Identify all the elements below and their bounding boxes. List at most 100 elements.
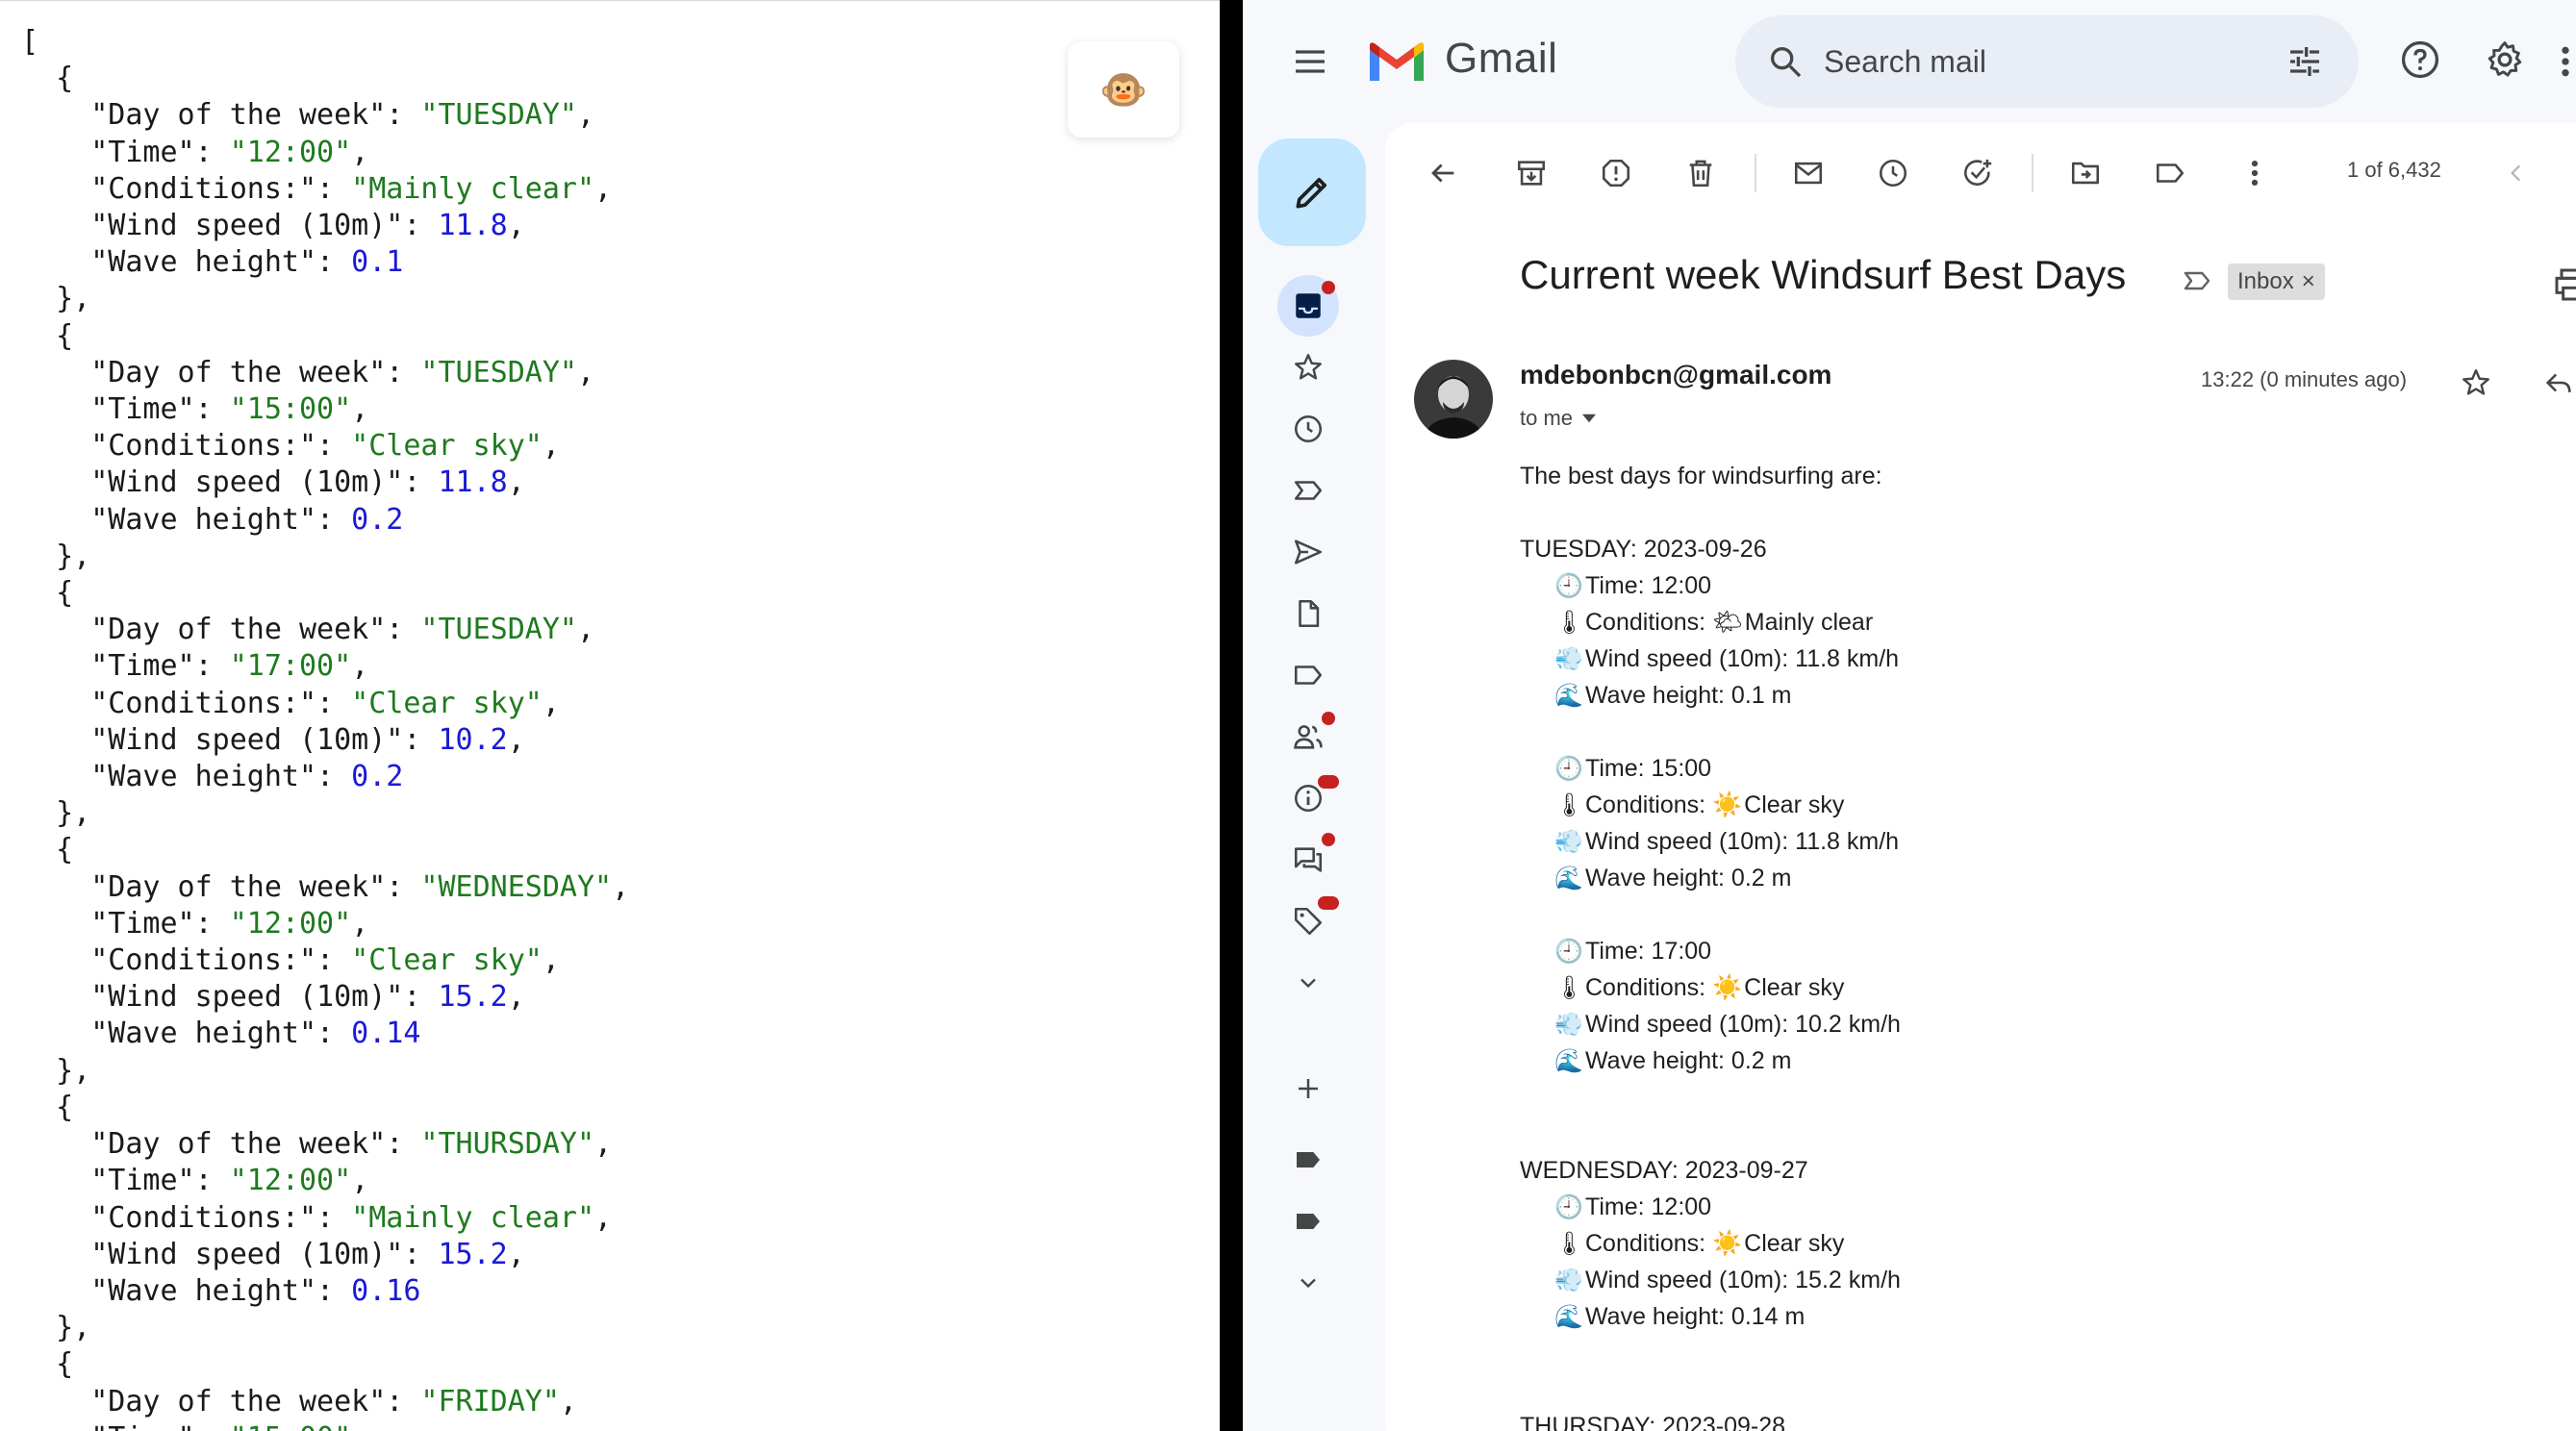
rail-drafts[interactable] (1277, 583, 1339, 644)
json-comma: , (542, 429, 560, 464)
json-value: 0.1 (351, 245, 404, 280)
json-value: 0.14 (351, 1017, 421, 1051)
compose-button[interactable] (1258, 138, 1366, 246)
social-unread-dot (1322, 712, 1335, 725)
json-comma: , (576, 613, 595, 647)
recipient-label: to me (1520, 406, 1574, 430)
gmail-logo-icon[interactable] (1366, 37, 1427, 87)
search-input[interactable] (1822, 40, 2226, 83)
print-icon[interactable] (2549, 265, 2576, 304)
report-spam-button[interactable] (1591, 148, 1641, 198)
forecast-line: 🕘Time: 12:00 (1520, 1189, 2576, 1225)
more-actions-button[interactable] (2230, 148, 2280, 198)
add-task-icon (1964, 159, 1992, 186)
json-comma: , (594, 1127, 613, 1162)
rail-starred[interactable] (1277, 337, 1339, 398)
move-to-button[interactable] (2060, 148, 2110, 198)
newer-button[interactable] (2491, 148, 2541, 198)
clock-emoji-icon: 🕘 (1554, 939, 1583, 965)
search-options-icon[interactable] (2282, 38, 2328, 85)
monkey-button[interactable]: 🐵 (1068, 41, 1179, 138)
rail-important[interactable] (1277, 460, 1339, 521)
reply-icon[interactable] (2536, 360, 2576, 406)
clock-icon (1879, 159, 1907, 188)
email-intro: The best days for windsurfing are: (1520, 463, 1882, 490)
delete-button[interactable] (1676, 148, 1726, 198)
json-key: "Conditions:": (21, 943, 352, 978)
json-comma: , (351, 906, 369, 941)
forecast-line: 🌊Wave height: 0.14 m (1520, 1298, 2576, 1335)
main-menu-icon[interactable] (1285, 37, 1335, 87)
rail-label-1[interactable] (1277, 1129, 1339, 1191)
clock-icon (1294, 414, 1323, 443)
remove-label-icon[interactable]: × (2302, 264, 2315, 300)
inbox-chip-label: Inbox (2237, 268, 2294, 294)
search-bar[interactable] (1735, 15, 2359, 108)
slot-conditions: Clear sky (1744, 791, 1845, 818)
rail-snoozed[interactable] (1277, 398, 1339, 460)
json-comma: , (507, 465, 525, 500)
sender-email: mdebonbcn@gmail.com (1520, 360, 1832, 389)
apps-more-icon[interactable] (2555, 38, 2576, 85)
move-to-folder-icon (2071, 162, 2100, 185)
report-icon (1602, 159, 1630, 188)
rail-updates[interactable] (1277, 767, 1339, 829)
older-button[interactable] (2564, 148, 2576, 198)
rail-more[interactable] (1277, 952, 1339, 1014)
slot-wind: Wind speed (10m): 15.2 km/h (1585, 1267, 1901, 1293)
json-viewer-pane: [ { "Day of the week": "TUESDAY", "Time"… (0, 0, 1220, 1431)
add-to-tasks-button[interactable] (1953, 148, 2003, 198)
slot-conditions-label: Conditions: (1585, 1230, 1713, 1257)
json-code-block: [ { "Day of the week": "TUESDAY", "Time"… (21, 24, 629, 1431)
json-key: "Day of the week": (21, 355, 421, 389)
forecast-line: 🌡Conditions: ☀️Clear sky (1520, 1225, 2576, 1262)
thermometer-emoji-icon: 🌡 (1554, 1231, 1584, 1257)
json-open-bracket: [ (21, 25, 39, 59)
snooze-button[interactable] (1868, 148, 1918, 198)
left-nav-rail (1243, 123, 1377, 1431)
chevron-down-icon (1301, 1278, 1316, 1289)
forecast-line: 🌊Wave height: 0.1 m (1520, 677, 2576, 714)
recipient-toggle[interactable]: to me (1520, 406, 1597, 431)
rail-promotions[interactable] (1277, 891, 1339, 952)
email-timestamp: 13:22 (0 minutes ago) (2201, 367, 2408, 391)
json-key: "Time": (21, 1164, 230, 1198)
thermometer-emoji-icon: 🌡 (1554, 975, 1584, 1001)
rail-labels[interactable] (1277, 644, 1339, 706)
rail-inbox[interactable] (1277, 275, 1339, 337)
json-key: "Conditions:": (21, 429, 352, 464)
importance-marker-icon[interactable] (2178, 262, 2216, 300)
search-icon[interactable] (1762, 38, 1808, 85)
forecast-line: 💨Wind speed (10m): 11.8 km/h (1520, 640, 2576, 677)
chevron-left-icon (2511, 164, 2521, 182)
rail-sent[interactable] (1277, 521, 1339, 583)
important-icon (1294, 481, 1323, 500)
rail-create-label[interactable] (1277, 1058, 1339, 1119)
weather-emoji-icon: ☀️ (1712, 974, 1743, 1001)
sender-avatar[interactable] (1414, 360, 1493, 439)
json-value: 15.2 (438, 980, 508, 1015)
forecast-line: 🌊Wave height: 0.2 m (1520, 860, 2576, 896)
star-message-icon[interactable] (2453, 360, 2499, 406)
help-icon[interactable] (2395, 35, 2445, 85)
clock-emoji-icon: 🕘 (1554, 573, 1583, 599)
labels-button[interactable] (2145, 148, 2195, 198)
json-key: "Day of the week": (21, 613, 421, 647)
archive-button[interactable] (1506, 148, 1556, 198)
gmail-wordmark[interactable]: Gmail (1445, 35, 1557, 83)
mark-unread-button[interactable] (1783, 148, 1833, 198)
inbox-label-chip[interactable]: Inbox × (2228, 264, 2325, 300)
settings-gear-icon[interactable] (2480, 35, 2530, 85)
json-value: "TUESDAY" (420, 98, 577, 133)
clock-emoji-icon: 🕘 (1554, 1194, 1583, 1220)
json-comma: , (559, 1384, 577, 1418)
rail-more-labels[interactable] (1277, 1252, 1339, 1314)
back-button[interactable] (1418, 148, 1468, 198)
email-body: The best days for windsurfing are: TUESDA… (1520, 458, 2576, 1431)
caret-down-icon (1582, 414, 1597, 423)
rail-forums[interactable] (1277, 829, 1339, 891)
rail-social[interactable] (1277, 706, 1339, 767)
rail-label-2[interactable] (1277, 1191, 1339, 1252)
forums-unread-dot (1322, 833, 1335, 846)
